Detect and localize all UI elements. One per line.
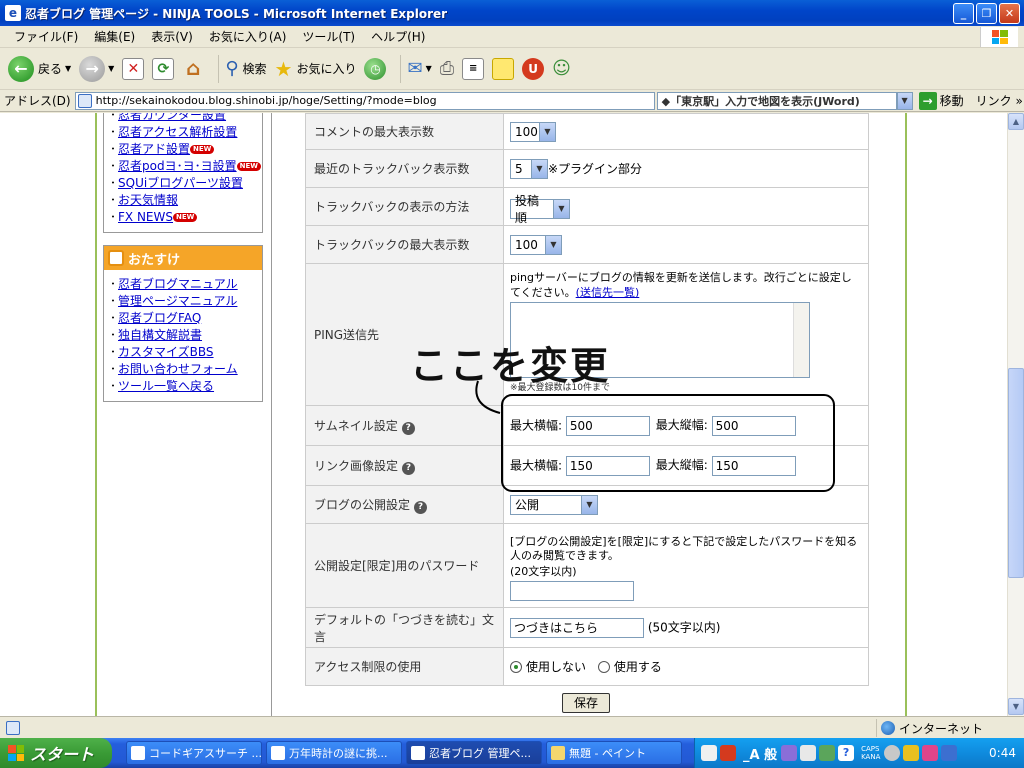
page-done-icon: [6, 720, 20, 735]
forward-dropdown-icon[interactable]: ▼: [108, 64, 114, 73]
title-bar: e 忍者ブログ 管理ページ - NINJA TOOLS - Microsoft …: [0, 0, 1024, 26]
close-button[interactable]: ✕: [999, 3, 1020, 24]
window-controls: _ ❐ ✕: [953, 3, 1020, 24]
help-icon[interactable]: ?: [838, 745, 855, 761]
history-icon: ◷: [364, 57, 387, 80]
keyboard-icon[interactable]: [701, 745, 717, 761]
home-icon: ⌂: [186, 55, 201, 80]
search-icon: ⚲: [225, 58, 239, 79]
menu-favorites[interactable]: お気に入り(A): [201, 28, 295, 45]
scroll-thumb[interactable]: [1008, 368, 1024, 578]
mail-dropdown-icon[interactable]: ▼: [426, 64, 432, 73]
jword-input[interactable]: ◆「東京駅」入力で地図を表示(JWord): [656, 91, 897, 110]
back-arrow-icon: ←: [8, 55, 34, 82]
go-arrow-icon: →: [918, 91, 937, 110]
note-icon: [492, 57, 515, 80]
ime-tool-icon[interactable]: [781, 745, 798, 761]
ime-pad-icon[interactable]: [800, 745, 817, 761]
address-bar: アドレス(D) http://sekainokodou.blog.shinobi…: [0, 90, 1024, 112]
status-bar: インターネット: [0, 716, 1024, 738]
window-title: 忍者ブログ 管理ページ - NINJA TOOLS - Microsoft In…: [25, 6, 448, 21]
stop-icon: ✕: [122, 57, 145, 80]
shield-icon[interactable]: [903, 745, 920, 761]
start-button[interactable]: スタート: [0, 738, 112, 768]
messenger-icon: ☺: [552, 58, 571, 79]
history-button[interactable]: ◷: [364, 57, 387, 80]
mail-button[interactable]: ✉ ▼: [407, 58, 431, 79]
stop-button[interactable]: ✕: [122, 57, 145, 80]
home-button[interactable]: ⌂: [182, 58, 204, 80]
windows-logo-icon: [980, 27, 1018, 47]
favorites-button[interactable]: ★ お気に入り: [275, 57, 357, 81]
menu-tools[interactable]: ツール(T): [294, 28, 363, 45]
tray-arrow-icon[interactable]: [884, 745, 901, 761]
task-ninja-blog[interactable]: 忍者ブログ 管理ペ...: [406, 741, 542, 765]
ie-icon: [131, 746, 145, 760]
globe-icon: [881, 721, 895, 735]
menu-view[interactable]: 表示(V): [143, 28, 201, 45]
print-button[interactable]: ⎙: [440, 58, 454, 79]
toolbar: ← 戻る ▼ → ▼ ✕ ⟳ ⌂ ⚲ 検索 ★ お気に入り ◷ ✉ ▼ ⎙ ≡ …: [0, 48, 1024, 90]
power-icon: U: [522, 57, 545, 80]
mail-icon: ✉: [407, 58, 423, 79]
app-icon: e: [5, 5, 21, 21]
page-scrollbar[interactable]: ▲ ▼: [1007, 113, 1024, 716]
page-viewport: ･忍者カウンター設置 ･忍者アクセス解析設置 ･忍者アド設置 NEW ･忍者pod…: [0, 113, 1024, 716]
scroll-up-icon[interactable]: ▲: [1008, 113, 1024, 130]
back-dropdown-icon[interactable]: ▼: [65, 64, 71, 73]
links-button[interactable]: リンク »: [976, 92, 1023, 109]
menu-file[interactable]: ファイル(F): [6, 28, 86, 45]
task-paint[interactable]: 無題 - ペイント: [546, 741, 682, 765]
url-text: http://sekainokodou.blog.shinobi.jp/hoge…: [95, 94, 437, 107]
forward-arrow-icon: →: [79, 55, 106, 82]
printer-icon: ⎙: [439, 58, 455, 79]
app-tray-icon[interactable]: [922, 745, 939, 761]
ime-mode[interactable]: _A 般: [743, 744, 777, 763]
menu-edit[interactable]: 編集(E): [86, 28, 143, 45]
volume-icon[interactable]: [941, 745, 958, 761]
taskbar: スタート コードギアスサーチ ... 万年時計の謎に挑... 忍者ブログ 管理ペ…: [0, 738, 1024, 768]
discuss-button[interactable]: [492, 57, 515, 80]
messenger-button[interactable]: ☺: [552, 58, 571, 79]
toolbar-separator: [218, 54, 220, 83]
refresh-button[interactable]: ⟳: [152, 57, 175, 80]
star-icon: ★: [274, 56, 293, 81]
paint-icon: [551, 746, 565, 760]
address-dropdown-icon[interactable]: ▼: [896, 91, 913, 110]
caps-kana-indicator: CAPS KANA: [861, 745, 881, 761]
annotation-overlay: [475, 380, 835, 492]
edit-page-icon: ≡: [462, 57, 485, 80]
windows-flag-icon: [8, 745, 24, 761]
menu-help[interactable]: ヘルプ(H): [363, 28, 433, 45]
restore-button[interactable]: ❐: [976, 3, 997, 24]
clock: 0:44: [989, 746, 1016, 760]
go-button[interactable]: → 移動: [918, 91, 964, 110]
ime-dict-icon[interactable]: [819, 745, 836, 761]
annotation-text: ここを変更: [410, 344, 611, 388]
forward-button[interactable]: → ▼: [79, 55, 114, 82]
back-button[interactable]: ← 戻る ▼: [8, 55, 71, 82]
url-input[interactable]: http://sekainokodou.blog.shinobi.jp/hoge…: [74, 91, 655, 110]
ie-icon: [271, 746, 285, 760]
search-button[interactable]: ⚲ 検索: [225, 58, 266, 79]
minimize-button[interactable]: _: [953, 3, 974, 24]
system-tray: _A 般 ? CAPS KANA 0:44: [694, 738, 1024, 768]
addon-button[interactable]: U: [522, 57, 545, 80]
ime-icon[interactable]: [720, 745, 736, 761]
toolbar-separator: [400, 54, 402, 83]
refresh-icon: ⟳: [152, 57, 175, 80]
menu-bar: ファイル(F) 編集(E) 表示(V) お気に入り(A) ツール(T) ヘルプ(…: [0, 26, 1024, 48]
page-icon: [77, 93, 92, 108]
annotation-box: [501, 394, 835, 492]
task-code-geass[interactable]: コードギアスサーチ ...: [126, 741, 262, 765]
scroll-down-icon[interactable]: ▼: [1008, 698, 1024, 715]
address-label: アドレス(D): [4, 94, 71, 108]
security-zone: インターネット: [876, 719, 983, 737]
task-clock[interactable]: 万年時計の謎に挑...: [266, 741, 402, 765]
edit-button[interactable]: ≡: [462, 57, 485, 80]
ie-icon: [411, 746, 425, 760]
